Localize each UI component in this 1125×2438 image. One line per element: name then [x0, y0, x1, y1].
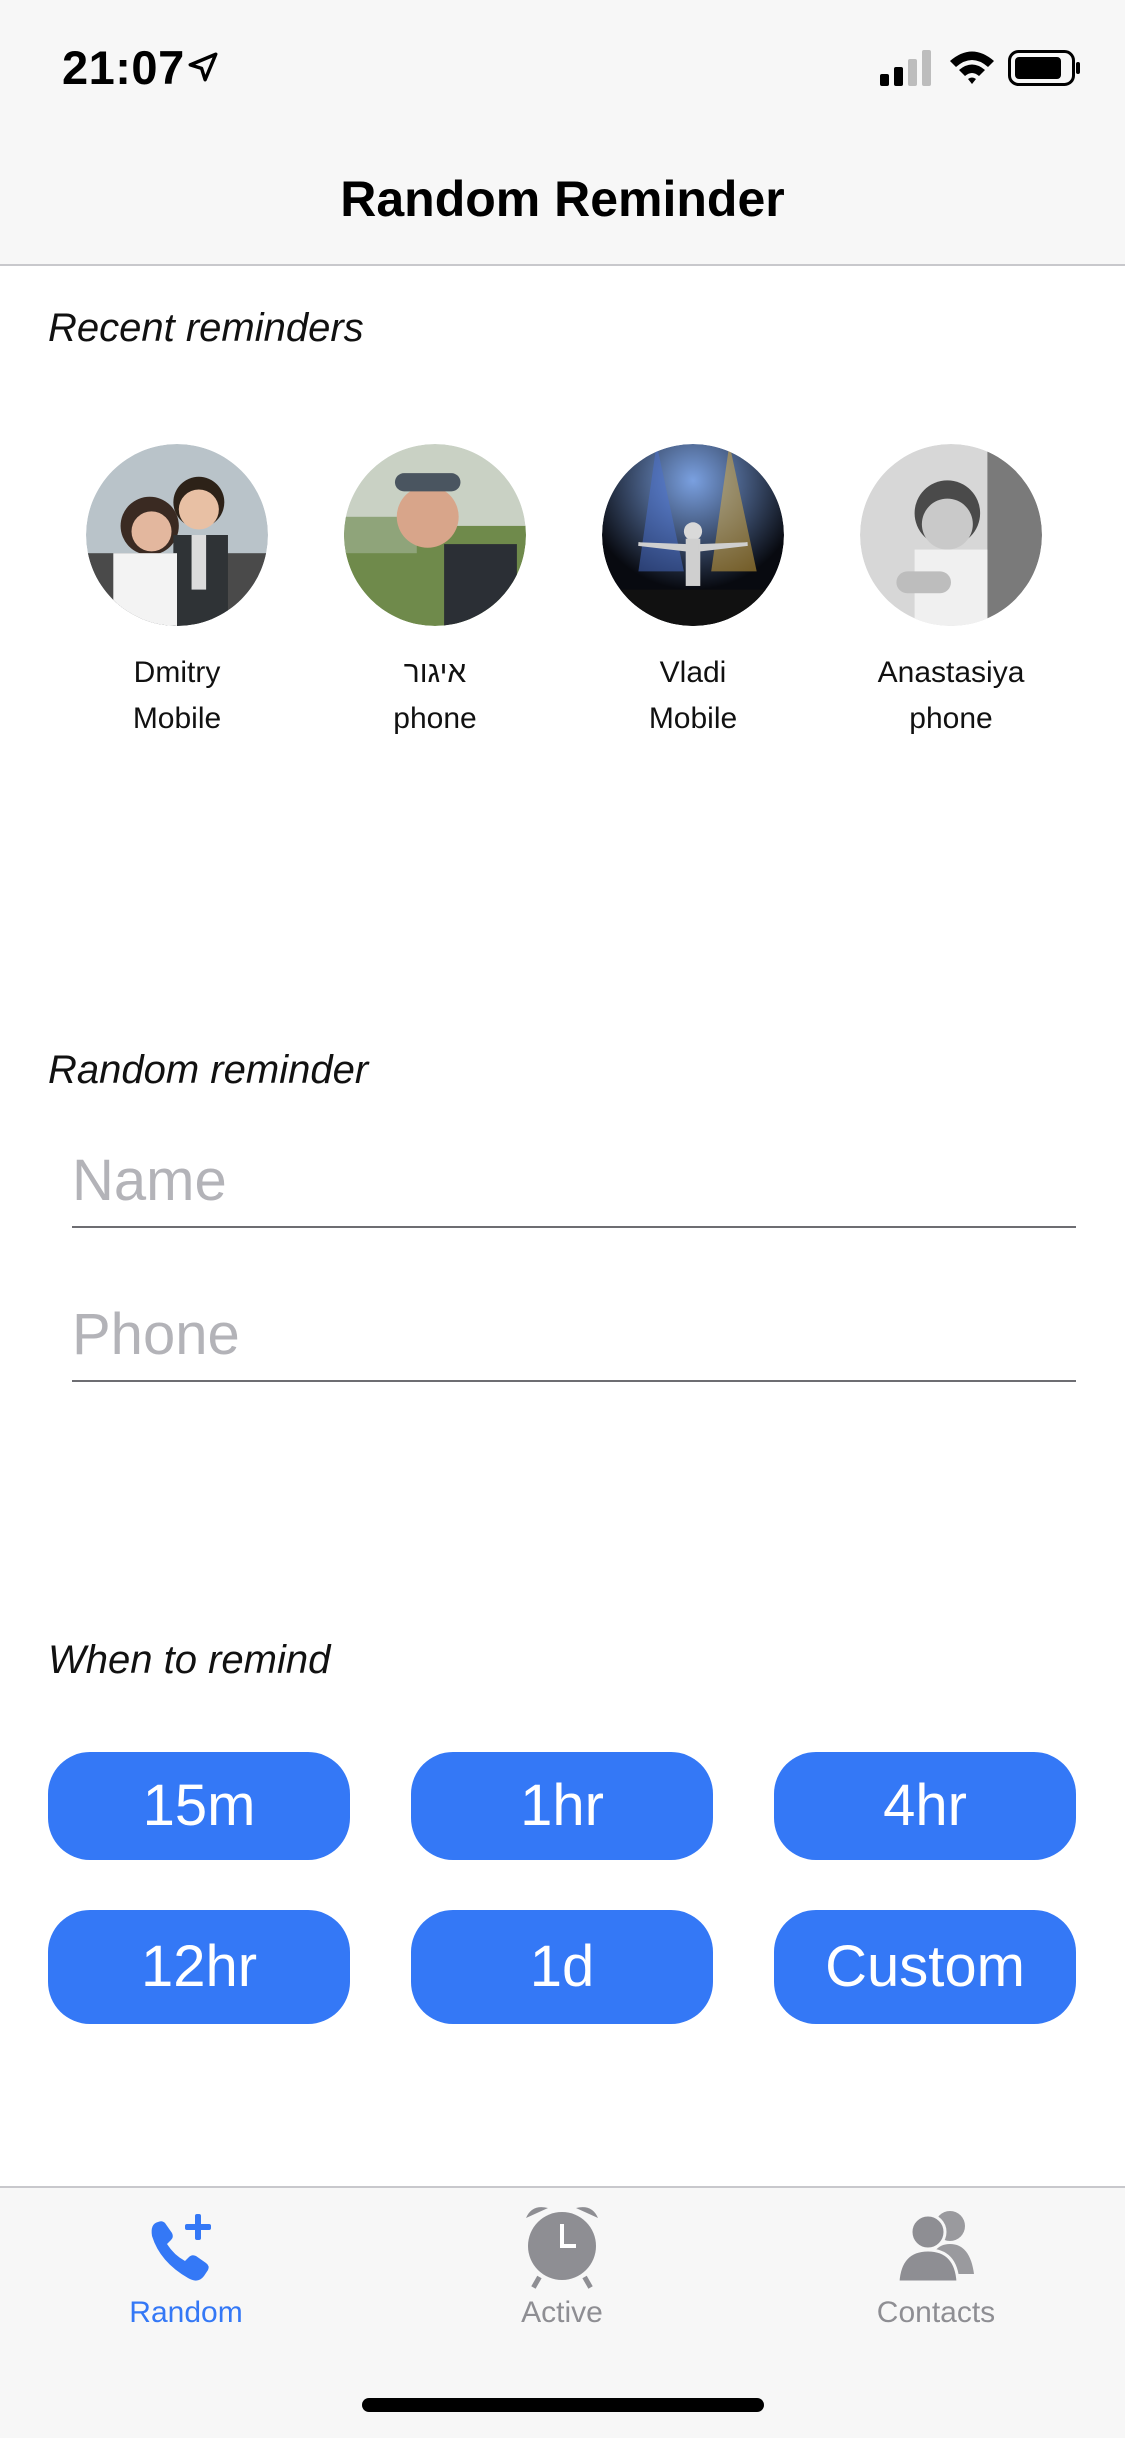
battery-icon [1008, 50, 1080, 86]
name-field [72, 1134, 1076, 1228]
contact-photo [86, 444, 268, 626]
recent-reminders-list: Dmitry Mobile איגור phone Vladi Mobile A… [48, 444, 1078, 764]
tab-active[interactable]: Active [412, 2200, 712, 2350]
name-input[interactable] [72, 1134, 1076, 1226]
tab-label: Active [521, 2296, 603, 2329]
tab-random[interactable]: Random [36, 2200, 336, 2350]
wifi-icon [950, 51, 994, 84]
home-indicator[interactable] [362, 2398, 764, 2412]
contacts-icon [896, 2211, 974, 2284]
contact-name: Vladi [659, 656, 727, 689]
remind-1hr-button[interactable]: 1hr [411, 1752, 713, 1860]
page-title: Random Reminder [340, 171, 785, 227]
recent-contact-item[interactable]: איגור phone [306, 444, 564, 742]
remind-12hr-button[interactable]: 12hr [48, 1910, 350, 2024]
contact-phone-type: Mobile [132, 702, 222, 735]
contact-phone-type: phone [393, 702, 477, 735]
contact-name: איגור [403, 656, 467, 689]
contact-photo [602, 444, 784, 626]
contact-photo [344, 444, 526, 626]
contact-phone-type: Mobile [648, 702, 738, 735]
tab-label: Contacts [876, 2296, 996, 2329]
contact-name: Dmitry [133, 656, 221, 689]
remind-4hr-button[interactable]: 4hr [774, 1752, 1076, 1860]
tab-contacts[interactable]: Contacts [786, 2200, 1086, 2350]
contact-photo [860, 444, 1042, 626]
status-time: 21:07 [62, 41, 185, 94]
recent-contact-item[interactable]: Dmitry Mobile [48, 444, 306, 742]
location-arrow-icon [188, 52, 218, 82]
phone-input[interactable] [72, 1288, 1076, 1380]
contact-phone-type: phone [909, 702, 993, 735]
remind-custom-button[interactable]: Custom [774, 1910, 1076, 2024]
alarm-clock-icon [526, 2207, 598, 2289]
tab-label: Random [129, 2296, 243, 2329]
remind-15m-button[interactable]: 15m [48, 1752, 350, 1860]
recent-reminders-heading: Recent reminders [48, 306, 364, 350]
navigation-bar: Random Reminder [0, 132, 1125, 266]
random-reminder-heading: Random reminder [48, 1048, 369, 1092]
when-to-remind-heading: When to remind [48, 1638, 331, 1682]
phone-field [72, 1288, 1076, 1382]
phone-plus-icon [151, 2214, 211, 2281]
contact-name: Anastasiya [877, 656, 1025, 689]
cellular-signal-icon [880, 50, 931, 86]
recent-contact-item[interactable]: Anastasiya phone [822, 444, 1080, 742]
status-bar: 21:07 [0, 0, 1125, 132]
remind-1d-button[interactable]: 1d [411, 1910, 713, 2024]
recent-contact-item[interactable]: Vladi Mobile [564, 444, 822, 742]
